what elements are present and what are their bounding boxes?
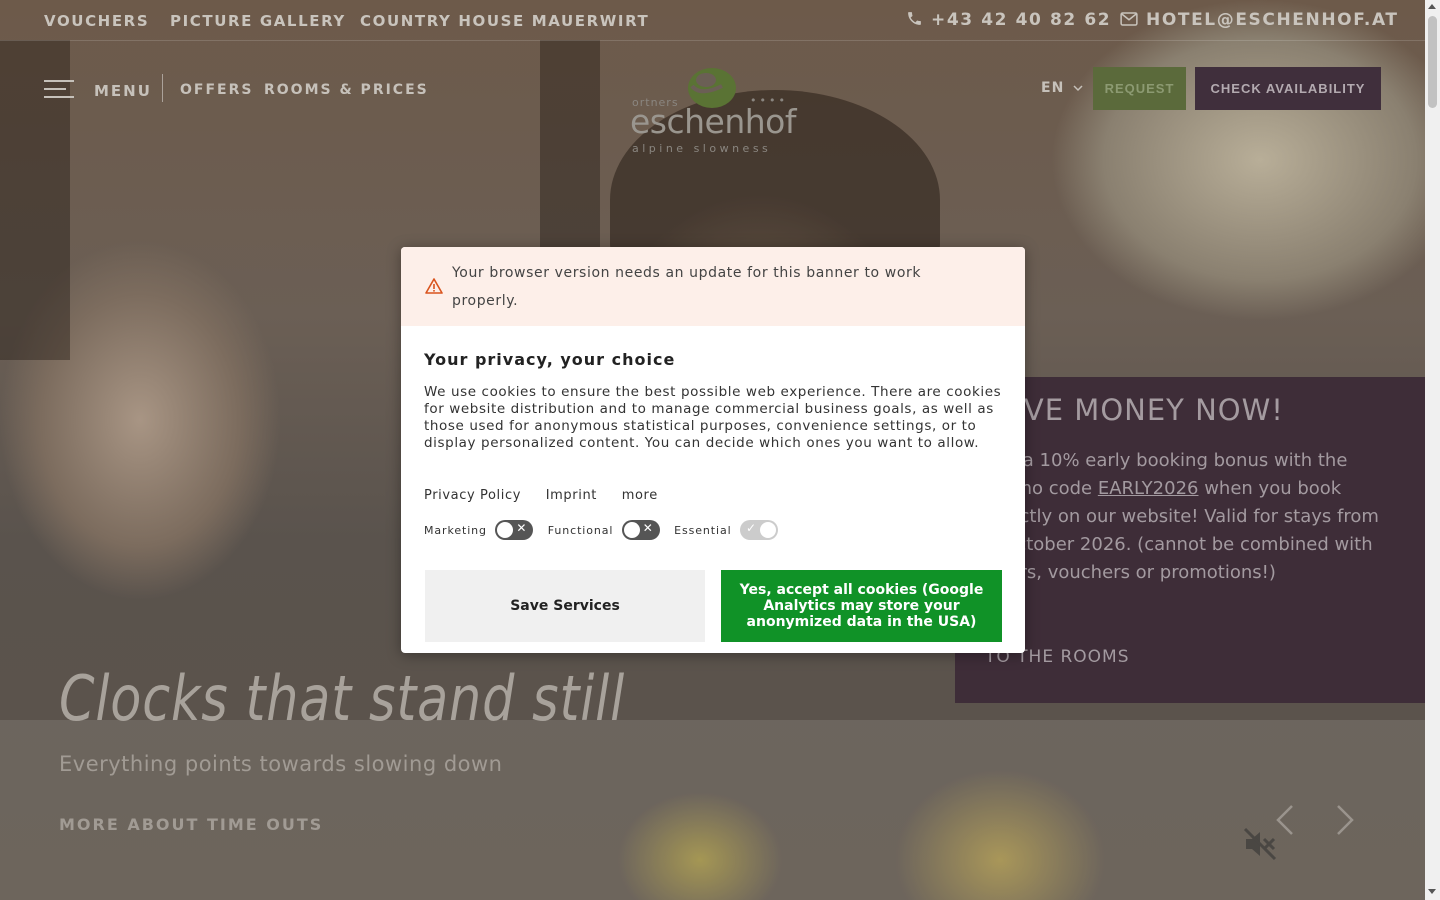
more-link[interactable]: more — [622, 488, 658, 503]
scroll-down-arrow-icon[interactable] — [1428, 889, 1436, 894]
page-scrollbar[interactable] — [1425, 0, 1440, 900]
privacy-heading: Your privacy, your choice — [424, 350, 676, 369]
essential-label: Essential — [674, 523, 732, 537]
warning-icon — [425, 278, 443, 294]
imprint-link[interactable]: Imprint — [546, 488, 597, 503]
cookie-toggles: Marketing ✕ Functional ✕ Essential ✓ — [424, 520, 788, 540]
scrollbar-thumb[interactable] — [1428, 16, 1437, 108]
privacy-policy-link[interactable]: Privacy Policy — [424, 488, 521, 503]
marketing-label: Marketing — [424, 523, 487, 537]
privacy-links: Privacy Policy Imprint more — [424, 488, 678, 503]
privacy-description: We use cookies to ensure the best possib… — [424, 384, 1002, 451]
warning-text: Your browser version needs an update for… — [452, 265, 922, 309]
scroll-up-arrow-icon[interactable] — [1428, 4, 1436, 9]
accept-all-cookies-button[interactable]: Yes, accept all cookies (Google Analytic… — [721, 570, 1002, 642]
marketing-toggle[interactable]: ✕ — [495, 520, 534, 540]
functional-toggle[interactable]: ✕ — [621, 520, 660, 540]
functional-label: Functional — [547, 523, 614, 537]
save-services-button[interactable]: Save Services — [425, 570, 705, 642]
essential-toggle: ✓ — [739, 520, 778, 540]
browser-warning: Your browser version needs an update for… — [401, 247, 1025, 326]
cookie-consent-dialog: Your browser version needs an update for… — [401, 247, 1025, 653]
